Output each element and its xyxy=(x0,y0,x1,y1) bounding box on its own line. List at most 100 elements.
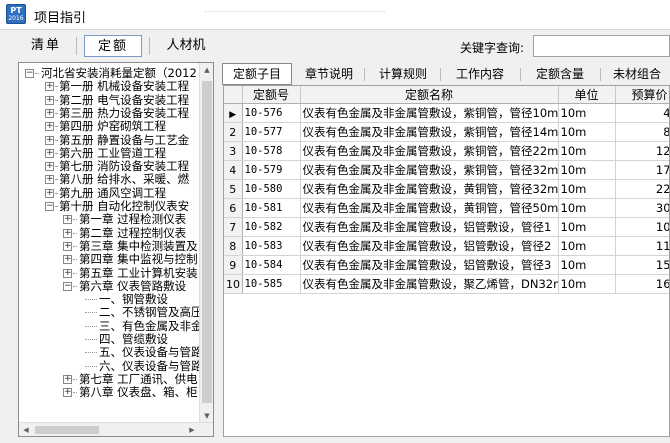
table-row[interactable]: 9 10-584仪表有色金属及非金属管敷设，铝管敷设，管径310m150. xyxy=(224,255,669,275)
column-header-price[interactable]: 预算价 xyxy=(615,86,669,104)
row-indicator[interactable]: 7 xyxy=(224,217,243,237)
row-number: 9 xyxy=(229,258,237,272)
tree-horizontal-scrollbar[interactable]: ◀ ▶ xyxy=(19,422,213,436)
expand-icon[interactable]: + xyxy=(45,162,54,172)
row-indicator[interactable]: 10 xyxy=(224,274,243,294)
tree-volume[interactable]: + 第三册 热力设备安装工程 xyxy=(19,106,199,120)
expand-icon[interactable]: + xyxy=(63,228,72,238)
scroll-left-icon[interactable]: ◀ xyxy=(19,423,33,436)
tab-chapter-notes[interactable]: 章节说明 xyxy=(296,64,362,84)
tree-vertical-scrollbar[interactable]: ▲ ▼ xyxy=(199,63,213,423)
tree-chapter[interactable]: + 第五章 工业计算机安装 xyxy=(19,265,199,280)
tree-volume[interactable]: + 第二册 电气设备安装工程 xyxy=(19,93,199,107)
dinge-button[interactable]: 定额 xyxy=(84,35,142,57)
column-header-name[interactable]: 定额名称 xyxy=(300,86,559,104)
expand-icon[interactable]: + xyxy=(63,268,72,278)
row-indicator[interactable]: 2 xyxy=(224,122,243,142)
expand-icon[interactable]: + xyxy=(45,188,54,198)
collapse-icon[interactable]: − xyxy=(63,281,72,291)
tab-calc-rules[interactable]: 计算规则 xyxy=(368,64,438,84)
scroll-up-icon[interactable]: ▲ xyxy=(200,63,213,77)
table-row[interactable]: 6 10-581仪表有色金属及非金属管敷设，黄铜管，管径50m10m306. xyxy=(224,198,669,218)
cell-unit: 10m xyxy=(558,198,616,218)
tree-section[interactable]: 一、钢管敷设 xyxy=(19,293,199,306)
tree-chapter[interactable]: − 第六章 仪表管路敷设 xyxy=(19,279,199,293)
table-row[interactable]: 7 10-582仪表有色金属及非金属管敷设，铝管敷设，管径110m103. xyxy=(224,217,669,237)
expand-icon[interactable]: + xyxy=(63,374,72,384)
table-row[interactable]: 3 10-578仪表有色金属及非金属管敷设，紫铜管，管径22m10m125. xyxy=(224,141,669,161)
tab-quota-items[interactable]: 定额子目 xyxy=(222,63,292,85)
tree-volume[interactable]: + 第六册 工业管道工程 xyxy=(19,146,199,160)
tree-section[interactable]: 六、仪表设备与管路 xyxy=(19,359,203,373)
expand-icon[interactable]: + xyxy=(63,388,72,398)
tree-item-label: 第五章 工业计算机安装 xyxy=(79,265,198,280)
tree-volume[interactable]: − 第十册 自动化控制仪表安 xyxy=(19,200,199,213)
expand-icon[interactable]: + xyxy=(45,95,54,105)
tree-scroll-thumb[interactable] xyxy=(202,81,212,403)
expand-icon[interactable]: + xyxy=(63,215,72,225)
tab-unpriced-material[interactable]: 未材组合 xyxy=(604,64,670,84)
expand-icon[interactable]: + xyxy=(63,241,72,251)
tree-section[interactable]: 三、有色金属及非金 xyxy=(19,319,203,333)
tree-section[interactable]: 二、不锈钢管及高压 xyxy=(19,306,203,319)
table-row[interactable]: 4 10-579仪表有色金属及非金属管敷设，紫铜管，管径32m10m173. xyxy=(224,160,669,180)
tree-item-label: 第四章 集中监视与控制 xyxy=(79,252,198,267)
tree-volume[interactable]: + 第五册 静置设备与工艺金 xyxy=(19,133,199,147)
row-indicator[interactable]: 4 xyxy=(224,160,243,180)
tree-volume[interactable]: + 第四册 炉窑砌筑工程 xyxy=(19,120,199,133)
rencaiji-button[interactable]: 人材机 xyxy=(158,35,214,57)
scroll-right-icon[interactable]: ▶ xyxy=(185,423,199,436)
tree-item-label: 第七章 工厂通讯、供电 xyxy=(79,371,198,386)
qingdan-button[interactable]: 清单 xyxy=(22,35,70,57)
expand-icon[interactable]: + xyxy=(45,148,54,158)
quota-tree-panel[interactable]: − 河北省安装消耗量定额（2012 + 第一册 机械设备安装工程 + 第二册 电气设备安装… xyxy=(18,62,214,437)
expand-icon[interactable]: + xyxy=(45,108,54,118)
scroll-down-icon[interactable]: ▼ xyxy=(200,409,213,423)
expand-icon[interactable]: + xyxy=(45,122,54,132)
tree-chapter[interactable]: + 第八章 仪表盘、箱、柜 xyxy=(19,386,199,399)
expand-icon[interactable]: + xyxy=(45,82,54,92)
tree-root[interactable]: − 河北省安装消耗量定额（2012 xyxy=(19,67,199,80)
collapse-icon[interactable]: − xyxy=(25,69,34,78)
collapse-icon[interactable]: − xyxy=(45,202,54,211)
keyword-search-input[interactable] xyxy=(533,35,670,57)
tree-section[interactable]: 四、管缆敷设 xyxy=(19,333,199,346)
tab-quota-content[interactable]: 定额含量 xyxy=(524,64,596,84)
tree-chapter[interactable]: + 第三章 集中检测装置及 xyxy=(19,239,199,253)
expand-icon[interactable]: + xyxy=(45,135,54,145)
cell-price: 103. xyxy=(615,217,669,237)
table-row[interactable]: ▶ 10-576仪表有色金属及非金属管敷设，紫铜管，管径10m10m45. xyxy=(224,103,669,123)
row-indicator[interactable]: 9 xyxy=(224,255,243,275)
table-row[interactable]: 2 10-577仪表有色金属及非金属管敷设，紫铜管，管径14m10m89. xyxy=(224,122,669,142)
cell-price: 45. xyxy=(615,103,669,123)
row-indicator[interactable]: 8 xyxy=(224,236,243,256)
tree-volume[interactable]: + 第八册 给排水、采暖、燃 xyxy=(19,173,199,186)
tree-chapter[interactable]: + 第二章 过程控制仪表 xyxy=(19,226,199,240)
cell-unit: 10m xyxy=(558,141,616,161)
row-indicator[interactable]: 6 xyxy=(224,198,243,218)
table-row[interactable]: 8 10-583仪表有色金属及非金属管敷设，铝管敷设，管径210m115. xyxy=(224,236,669,256)
expand-icon[interactable]: + xyxy=(45,175,54,185)
expand-icon[interactable]: + xyxy=(63,255,72,265)
row-indicator[interactable]: ▶ xyxy=(224,103,243,123)
tree-connector xyxy=(73,232,77,234)
tree-chapter[interactable]: + 第七章 工厂通讯、供电 xyxy=(19,371,199,386)
tab-work-content[interactable]: 工作内容 xyxy=(444,64,516,84)
tree-connector xyxy=(85,352,97,354)
tree-volume[interactable]: + 第九册 通风空调工程 xyxy=(19,186,199,200)
column-header-code[interactable]: 定额号 xyxy=(242,86,301,104)
title-bar: PT 2016 项目指引 xyxy=(0,0,670,30)
row-indicator[interactable]: 5 xyxy=(224,179,243,199)
tree-volume[interactable]: + 第一册 机械设备安装工程 xyxy=(19,80,199,93)
column-header-unit[interactable]: 单位 xyxy=(558,86,616,104)
tree-chapter[interactable]: + 第一章 过程检测仪表 xyxy=(19,213,199,226)
cell-unit: 10m xyxy=(558,217,616,237)
table-row[interactable]: 5 10-580仪表有色金属及非金属管敷设，黄铜管，管径32m10m220. xyxy=(224,179,669,199)
tree-item-label: 第七册 消防设备安装工程 xyxy=(59,159,190,174)
row-indicator[interactable]: 3 xyxy=(224,141,243,161)
tree-section[interactable]: 五、仪表设备与管路 xyxy=(19,346,203,359)
tree-chapter[interactable]: + 第四章 集中监视与控制 xyxy=(19,253,199,266)
tree-volume[interactable]: + 第七册 消防设备安装工程 xyxy=(19,160,199,173)
tree-hscroll-thumb[interactable] xyxy=(35,426,99,434)
table-row[interactable]: 1010-585仪表有色金属及非金属管敷设，聚乙烯管，DN32m10m169. xyxy=(224,274,669,294)
